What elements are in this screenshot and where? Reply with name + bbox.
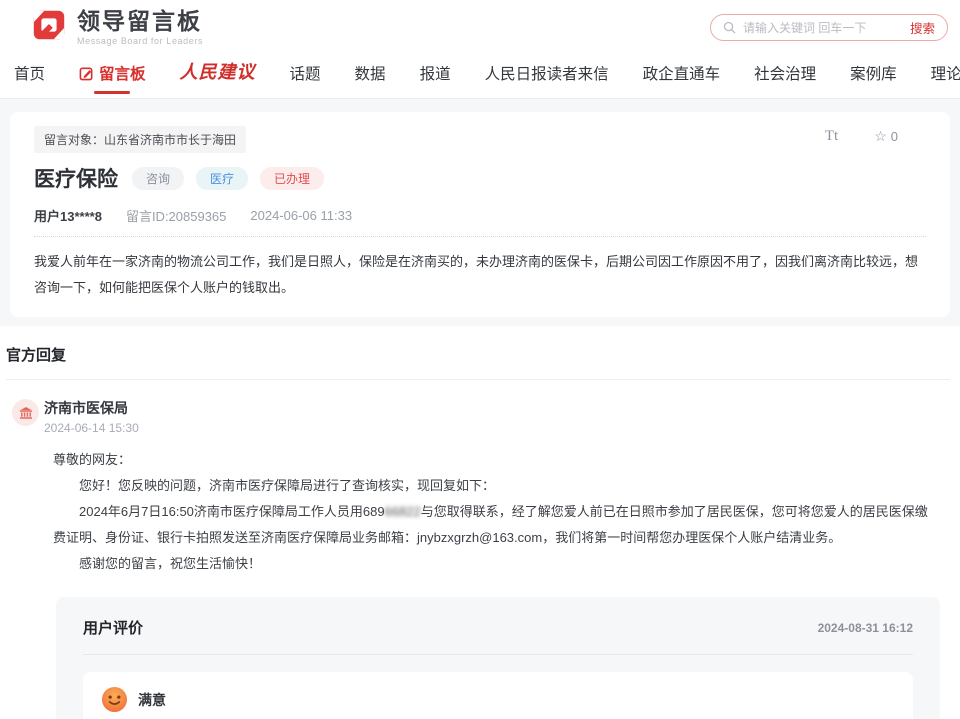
nav-item-label: 人民日报读者来信	[485, 62, 609, 84]
message-tag-blue: 医疗	[196, 167, 248, 190]
logo-subtitle: Message Board for Leaders	[77, 36, 203, 46]
message-tag-gray: 咨询	[132, 167, 184, 190]
message-tag-red: 已办理	[260, 167, 324, 190]
reply-divider	[6, 379, 950, 380]
site-logo[interactable]: 领导留言板 Message Board for Leaders	[30, 6, 203, 49]
nav-item-message-board[interactable]: 留言板	[79, 62, 146, 98]
favorite-button[interactable]: ☆ 0	[874, 128, 898, 145]
evaluation-title: 用户评价	[83, 617, 143, 638]
active-tab-underline	[94, 91, 130, 94]
message-meta: 用户13****8 留言ID:20859365 2024-06-06 11:33	[34, 206, 926, 225]
nav-item-label: 留言板	[99, 62, 146, 84]
nav-item-label: 数据	[355, 62, 386, 84]
search-input[interactable]	[743, 21, 903, 35]
nav-item-label: 案例库	[850, 62, 897, 84]
message-tags: 咨询医疗已办理	[132, 167, 324, 190]
reply-paragraph: 感谢您的留言，祝您生活愉快！	[53, 551, 940, 577]
nav-item-label: 首页	[14, 62, 45, 84]
message-date: 2024-06-06 11:33	[250, 208, 352, 223]
message-user: 用户13****8	[34, 206, 102, 225]
message-id: 留言ID:20859365	[126, 206, 226, 225]
satisfied-face-icon	[101, 686, 128, 713]
evaluation-card: 满意 解决力度:★★★★★沟通态度:★★★★★办理时效:★★★★★	[83, 672, 913, 719]
evaluation-verdict: 满意	[138, 690, 166, 710]
reply-paragraph: 您好！您反映的问题，济南市医疗保障局进行了查询核实，现回复如下：	[53, 473, 940, 499]
nav-item-label: 社会治理	[754, 62, 816, 84]
search-bar: 搜索	[710, 14, 948, 41]
search-icon	[723, 21, 736, 34]
message-section: 留言对象：山东省济南市市长于海田 Tt ☆ 0 医疗保险 咨询医疗已办理 用户1…	[0, 99, 960, 326]
message-card: 留言对象：山东省济南市市长于海田 Tt ☆ 0 医疗保险 咨询医疗已办理 用户1…	[10, 112, 950, 317]
main-nav: 首页 留言板 人民建议 话题 数据 报道 人民日报读者来信 政企直通车 社会治理 案例库 理论	[0, 55, 960, 99]
message-content: 我爱人前年在一家济南的物流公司工作，我们是日照人，保险是在济南买的，未办理济南的…	[34, 249, 926, 301]
reply-paragraph: 尊敬的网友：	[53, 447, 940, 473]
font-size-icon[interactable]: Tt	[825, 128, 838, 145]
nav-item-label: 人民建议	[180, 58, 256, 84]
nav-item-label: 政企直通车	[643, 62, 721, 84]
dotted-divider	[34, 236, 926, 237]
logo-icon	[30, 6, 68, 49]
evaluation-date: 2024-08-31 16:12	[818, 621, 913, 635]
agency-avatar	[12, 399, 39, 426]
nav-item-reports[interactable]: 报道	[420, 62, 451, 98]
search-button[interactable]: 搜索	[910, 18, 935, 37]
reply-body: 尊敬的网友： 您好！您反映的问题，济南市医疗保障局进行了查询核实，现回复如下： …	[53, 447, 940, 577]
message-title: 医疗保险	[34, 163, 118, 193]
evaluation-divider	[83, 654, 913, 655]
nav-item-case-library[interactable]: 案例库	[850, 62, 897, 98]
reply-paragraph: 2024年6月7日16:50济南市医疗保障局工作人员用68966822与您取得联…	[53, 499, 940, 551]
site-header: 领导留言板 Message Board for Leaders 搜索	[0, 0, 960, 55]
official-reply-title: 官方回复	[6, 334, 950, 365]
nav-item-theory[interactable]: 理论	[931, 62, 960, 98]
message-target-badge: 留言对象：山东省济南市市长于海田	[34, 126, 246, 153]
nav-item-data[interactable]: 数据	[355, 62, 386, 98]
nav-item-home[interactable]: 首页	[14, 62, 45, 98]
nav-item-readers-letters[interactable]: 人民日报读者来信	[485, 62, 609, 98]
nav-item-social-governance[interactable]: 社会治理	[754, 62, 816, 98]
nav-item-label: 报道	[420, 62, 451, 84]
nav-item-label: 话题	[290, 62, 321, 84]
user-evaluation-panel: 用户评价 2024-08-31 16:12	[56, 597, 940, 719]
government-building-icon	[18, 405, 34, 421]
nav-item-peoples-suggestion[interactable]: 人民建议	[180, 58, 256, 98]
favorite-count: 0	[891, 129, 898, 144]
agency-name: 济南市医保局	[44, 398, 950, 418]
nav-item-gov-enterprise-express[interactable]: 政企直通车	[643, 62, 721, 98]
edit-board-icon	[79, 66, 94, 81]
reply-date: 2024-06-14 15:30	[44, 421, 950, 435]
nav-item-label: 理论	[931, 62, 960, 84]
reply-block: 济南市医保局 2024-06-14 15:30 尊敬的网友： 您好！您反映的问题…	[6, 398, 950, 719]
official-reply-section: 官方回复 济南市医保局 2024-06-14 15:30 尊敬的网友： 您好！您…	[0, 326, 960, 719]
nav-item-topics[interactable]: 话题	[290, 62, 321, 98]
redacted-phone: 66822	[385, 504, 421, 519]
logo-title: 领导留言板	[77, 9, 203, 33]
favorite-star-icon: ☆	[874, 128, 887, 145]
